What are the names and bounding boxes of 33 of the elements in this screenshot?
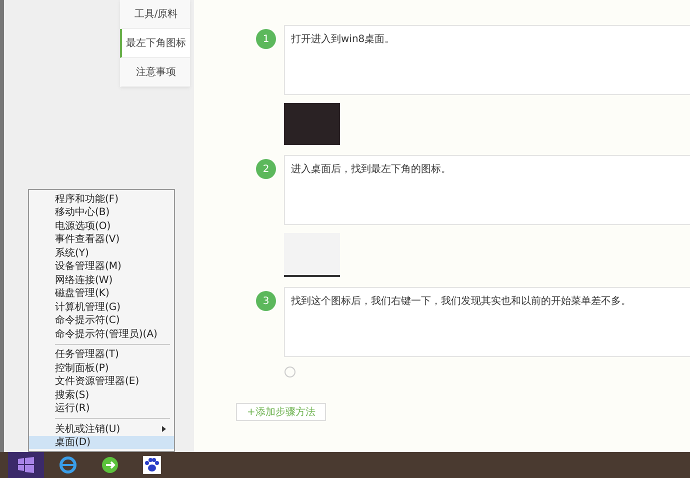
menu-item[interactable]: 磁盘管理(K) [29,286,174,300]
menu-item[interactable]: 控制面板(P) [29,361,174,374]
menu-item[interactable]: 搜索(S) [29,388,174,402]
photo-placeholder [284,103,340,145]
menu-item[interactable]: 计算机管理(G) [29,300,174,314]
menu-item[interactable]: 命令提示符(管理员)(A) [29,327,174,340]
step-number: 1 [256,29,276,49]
image-icon [284,366,296,378]
browser-e-icon [59,456,77,474]
menu-item[interactable]: 任务管理器(T) [29,348,174,361]
nav-item[interactable]: 注意事项 [120,58,190,87]
step-text: 打开进入到win8桌面。 [284,25,690,95]
menu-item[interactable]: 关机或注销(U) [29,422,174,436]
menu-item[interactable]: 设备管理器(M) [29,260,174,273]
menu-item[interactable]: 电源选项(O) [29,219,174,232]
windows-logo-icon [18,457,34,473]
menu-item[interactable]: 文件资源管理器(E) [29,374,174,388]
menu-item[interactable]: 事件查看器(V) [29,232,174,246]
menu-item[interactable]: 桌面(D) [29,436,174,449]
menu-item[interactable]: 移动中心(B) [29,206,174,219]
menu-item[interactable]: 运行(R) [29,402,174,415]
submenu-arrow-icon [162,426,166,432]
step-number: 3 [256,291,276,311]
nav-item[interactable]: 最左下角图标 [120,29,190,58]
menu-item[interactable]: 命令提示符(C) [29,314,174,327]
step-text: 找到这个图标后，我们右键一下，我们发现其实也和以前的开始菜单差不多。 [284,287,690,357]
screenshot-thumbnail [284,233,340,277]
step-number: 2 [256,159,276,179]
paw-icon [143,456,161,474]
menu-item[interactable]: 系统(Y) [29,246,174,260]
step-text: 进入桌面后，找到最左下角的图标。 [284,155,690,225]
menu-item[interactable]: 程序和功能(F) [29,192,174,206]
menu-item[interactable]: 网络连接(W) [29,273,174,286]
